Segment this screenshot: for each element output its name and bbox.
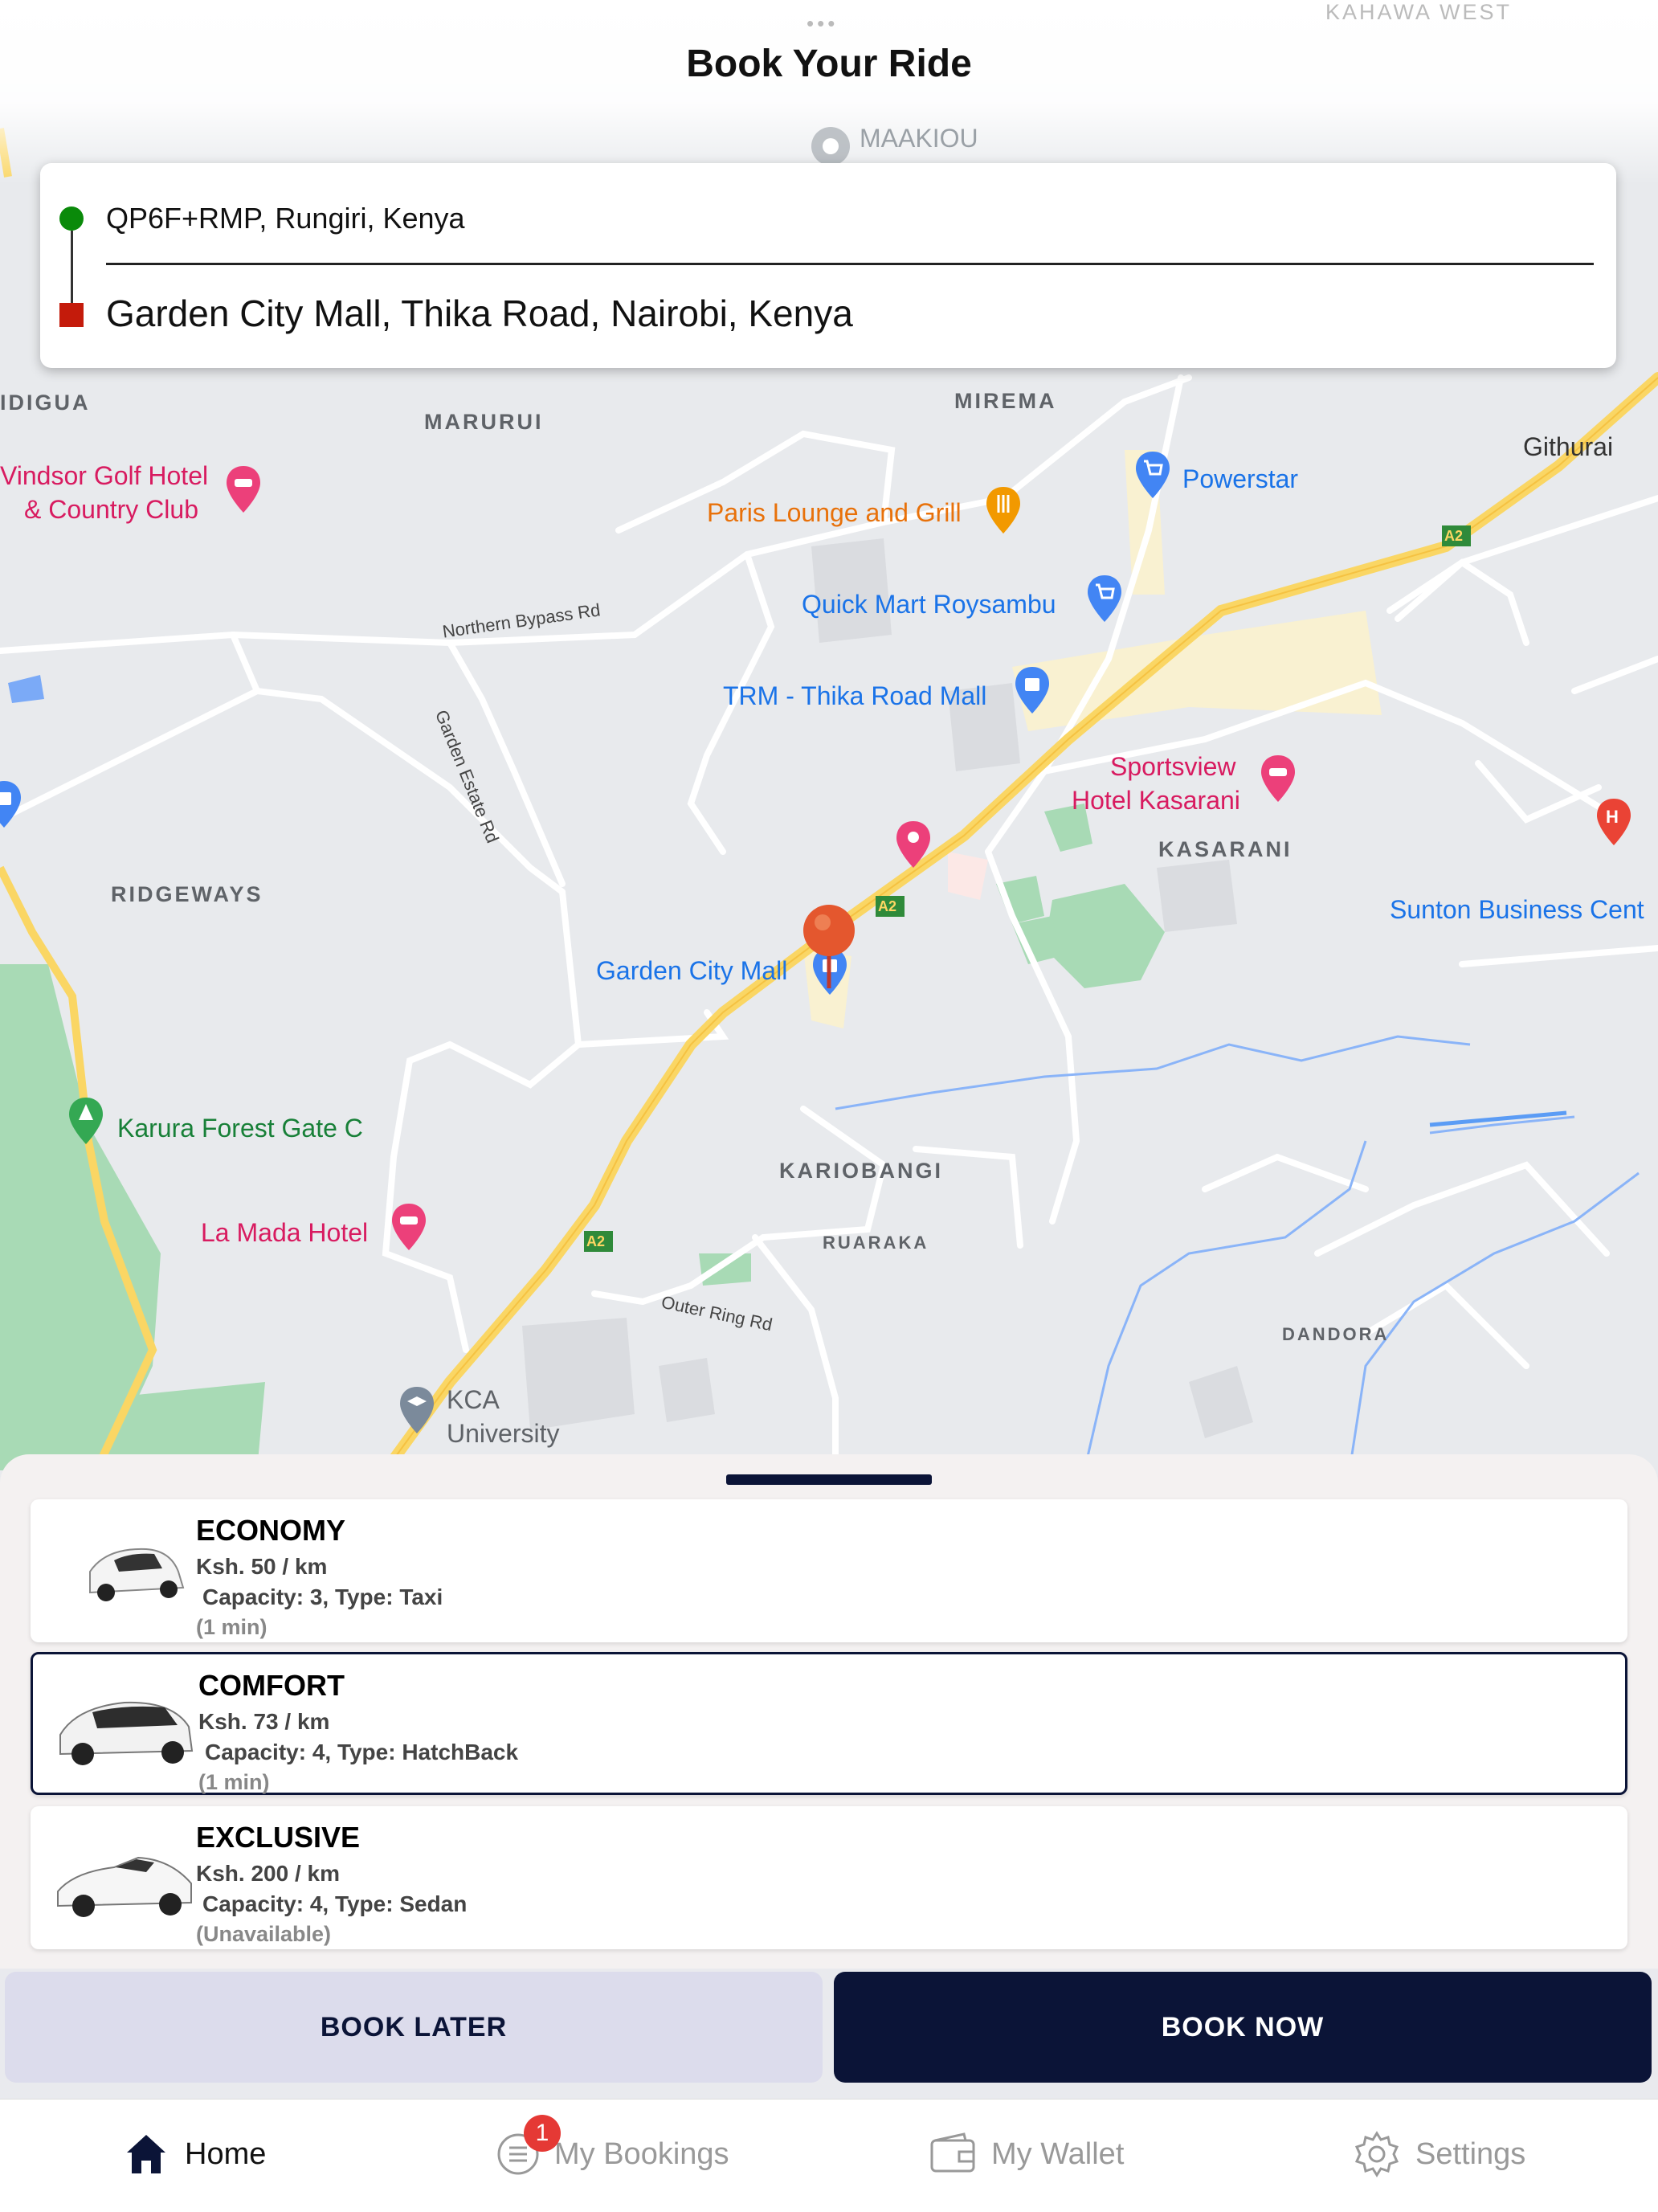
activity-pin-icon[interactable] bbox=[895, 820, 932, 876]
ride-option-comfort[interactable]: COMFORT Ksh. 73 / km Capacity: 4, Type: … bbox=[31, 1652, 1627, 1795]
ride-price: Ksh. 73 / km bbox=[198, 1709, 330, 1734]
a2-shield-label: A2 bbox=[1444, 528, 1463, 544]
poi-kca-university[interactable]: KCA bbox=[447, 1385, 500, 1415]
hotel-pin-icon[interactable] bbox=[225, 464, 262, 521]
bottom-tab-bar: Home My Bookings My Wallet Settings bbox=[0, 2099, 1658, 2212]
tab-label: My Wallet bbox=[991, 2136, 1125, 2171]
school-pin-icon[interactable] bbox=[398, 1385, 435, 1441]
tab-my-wallet[interactable]: My Wallet bbox=[929, 2122, 1124, 2186]
a2-shield-label: A2 bbox=[878, 898, 896, 914]
tab-label: Home bbox=[185, 2136, 267, 2171]
ride-capacity: Capacity: 4, Type: HatchBack bbox=[205, 1740, 519, 1764]
poi-sportsview-hotel-sub[interactable]: Hotel Kasarani bbox=[1072, 786, 1240, 816]
poi-paris-lounge[interactable]: Paris Lounge and Grill bbox=[707, 498, 962, 528]
tab-label: Settings bbox=[1415, 2136, 1526, 2171]
shopping-cart-pin-icon[interactable] bbox=[1134, 450, 1171, 506]
pickup-location-field[interactable]: QP6F+RMP, Rungiri, Kenya bbox=[106, 202, 465, 235]
route-card: QP6F+RMP, Rungiri, Kenya Garden City Mal… bbox=[40, 163, 1616, 368]
area-label: Githurai bbox=[1523, 432, 1614, 461]
status-date: Thu 5 Oct bbox=[68, 5, 161, 29]
ride-eta: (1 min) bbox=[196, 1615, 267, 1639]
area-label: KAHAWA WEST bbox=[1325, 0, 1513, 24]
ride-eta: (Unavailable) bbox=[196, 1922, 332, 1946]
poi-windsor-golf-hotel[interactable]: Vindsor Golf Hotel bbox=[0, 461, 208, 491]
hospital-pin-icon[interactable]: H bbox=[1595, 797, 1632, 853]
ride-capacity: Capacity: 3, Type: Taxi bbox=[202, 1584, 443, 1609]
ride-option-economy[interactable]: ECONOMY Ksh. 50 / km Capacity: 3, Type: … bbox=[31, 1499, 1627, 1642]
status-time: 21:46 bbox=[11, 5, 64, 29]
book-now-button[interactable]: BOOK NOW bbox=[834, 1972, 1652, 2083]
comfort-car-icon bbox=[59, 1701, 194, 1765]
gear-icon bbox=[1354, 2131, 1399, 2177]
area-label: DANDORA bbox=[1282, 1324, 1390, 1344]
ride-eta: (1 min) bbox=[198, 1770, 270, 1794]
tab-label: My Bookings bbox=[554, 2136, 729, 2171]
bookings-count-badge: 1 bbox=[524, 2115, 561, 2152]
ride-price: Ksh. 50 / km bbox=[196, 1554, 328, 1579]
route-connector bbox=[71, 231, 73, 305]
destination-marker-icon bbox=[803, 905, 855, 988]
origin-dot-icon bbox=[59, 206, 84, 231]
poi-trm-mall[interactable]: TRM - Thika Road Mall bbox=[723, 681, 986, 711]
status-bar: 21:46 Thu 5 Oct bbox=[11, 5, 161, 30]
ride-name: ECONOMY bbox=[196, 1514, 346, 1547]
multitask-dots[interactable]: ••• bbox=[807, 11, 838, 36]
building-pin-icon bbox=[811, 127, 850, 166]
area-label: MARURUI bbox=[424, 410, 544, 434]
area-label: MIREMA bbox=[954, 389, 1057, 413]
area-label: MAAKIOU bbox=[860, 124, 978, 153]
poi-powerstar[interactable]: Powerstar bbox=[1182, 464, 1298, 494]
tab-settings[interactable]: Settings bbox=[1353, 2122, 1525, 2186]
poi-sunton[interactable]: Sunton Business Cent bbox=[1390, 895, 1644, 925]
poi-kca-university-sub[interactable]: University bbox=[447, 1419, 559, 1449]
ride-name: EXCLUSIVE bbox=[196, 1821, 361, 1854]
poi-windsor-golf-hotel-sub[interactable]: & Country Club bbox=[24, 495, 198, 525]
poi-sportsview-hotel[interactable]: Sportsview bbox=[1110, 752, 1236, 782]
park-pin-icon[interactable] bbox=[67, 1096, 104, 1152]
hotel-pin-icon[interactable] bbox=[390, 1202, 427, 1258]
area-label: KASARANI bbox=[1158, 837, 1293, 861]
a2-shield-label: A2 bbox=[586, 1233, 605, 1249]
area-label: KARIOBANGI bbox=[779, 1159, 943, 1183]
route-divider bbox=[106, 263, 1594, 265]
wallet-icon bbox=[930, 2132, 975, 2173]
restaurant-pin-icon[interactable] bbox=[985, 485, 1022, 542]
area-label: RIDGEWAYS bbox=[111, 882, 263, 906]
book-later-button[interactable]: BOOK LATER bbox=[5, 1972, 823, 2083]
shopping-pin-icon[interactable] bbox=[0, 779, 22, 836]
svg-text:H: H bbox=[1606, 807, 1619, 827]
area-label: IDIGUA bbox=[0, 390, 91, 415]
poi-karura-forest-gate[interactable]: Karura Forest Gate C bbox=[117, 1114, 363, 1143]
shopping-bag-pin-icon[interactable] bbox=[1014, 665, 1051, 722]
area-label: RUARAKA bbox=[823, 1233, 929, 1253]
destination-square-icon bbox=[59, 303, 84, 327]
poi-la-mada-hotel[interactable]: La Mada Hotel bbox=[201, 1218, 368, 1248]
shopping-cart-pin-icon[interactable] bbox=[1086, 574, 1123, 630]
poi-garden-city-mall[interactable]: Garden City Mall bbox=[596, 956, 787, 986]
economy-car-icon bbox=[89, 1548, 185, 1601]
ride-capacity: Capacity: 4, Type: Sedan bbox=[202, 1891, 468, 1916]
home-icon bbox=[127, 2135, 165, 2173]
hotel-pin-icon[interactable] bbox=[1260, 754, 1297, 810]
ride-name: COMFORT bbox=[198, 1669, 345, 1702]
page-title: Book Your Ride bbox=[686, 43, 972, 85]
ride-price: Ksh. 200 / km bbox=[196, 1861, 340, 1886]
dropoff-location-field[interactable]: Garden City Mall, Thika Road, Nairobi, K… bbox=[106, 292, 853, 335]
tab-home[interactable]: Home bbox=[122, 2122, 266, 2186]
ride-option-exclusive[interactable]: EXCLUSIVE Ksh. 200 / km Capacity: 4, Typ… bbox=[31, 1806, 1627, 1949]
poi-quick-mart[interactable]: Quick Mart Roysambu bbox=[802, 590, 1056, 619]
exclusive-car-icon bbox=[57, 1856, 192, 1917]
sheet-drag-handle[interactable] bbox=[726, 1474, 932, 1485]
